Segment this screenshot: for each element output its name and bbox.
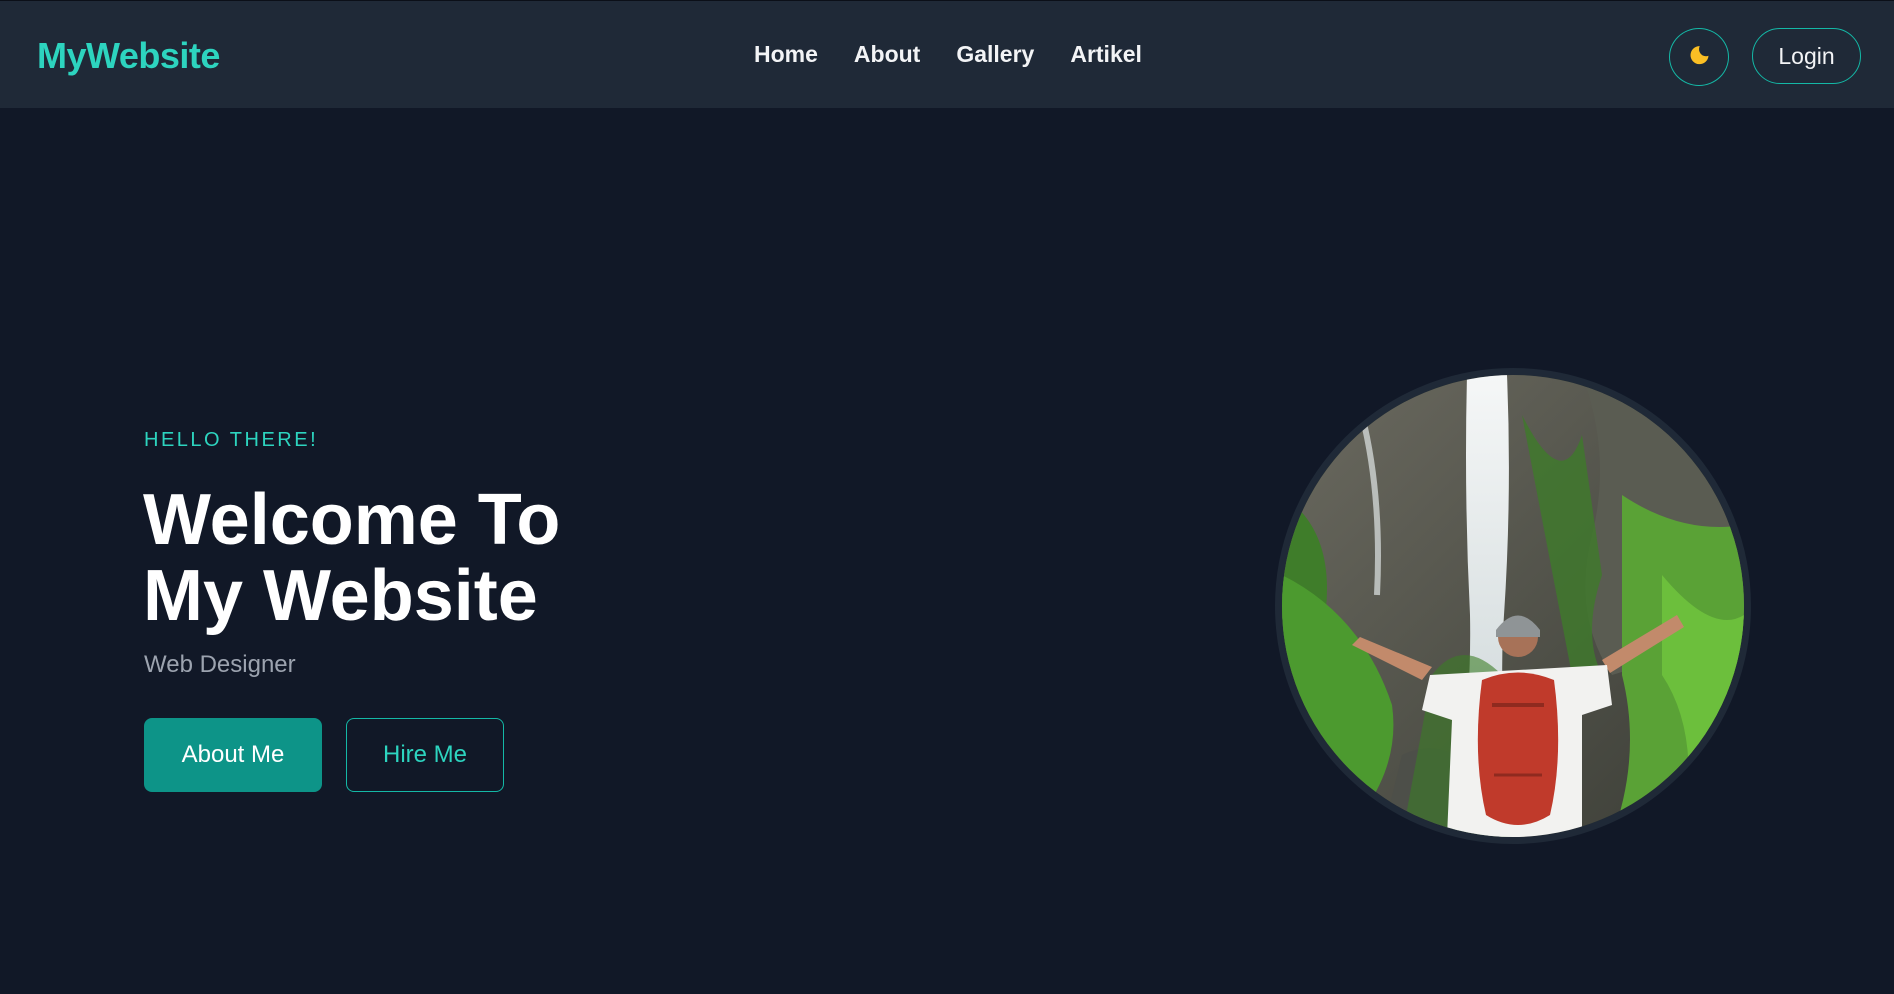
hero-profile-image xyxy=(1275,368,1751,844)
main-nav: Home About Gallery Artikel xyxy=(754,41,1142,68)
nav-link-home[interactable]: Home xyxy=(754,41,818,68)
nav-link-gallery[interactable]: Gallery xyxy=(956,41,1034,68)
hero-title-line1: Welcome To xyxy=(143,480,561,560)
hero-greeting: HELLO THERE! xyxy=(144,429,319,451)
login-button[interactable]: Login xyxy=(1752,28,1861,84)
moon-icon xyxy=(1687,44,1711,71)
hero-title-line2: My Website xyxy=(143,556,538,636)
about-me-button[interactable]: About Me xyxy=(144,718,322,792)
theme-toggle-button[interactable] xyxy=(1669,28,1729,86)
nav-link-artikel[interactable]: Artikel xyxy=(1070,41,1142,68)
site-logo[interactable]: MyWebsite xyxy=(37,35,220,77)
hero-title: Welcome To My Website xyxy=(143,482,703,634)
hero-subtitle: Web Designer xyxy=(144,651,296,678)
nav-link-about[interactable]: About xyxy=(854,41,920,68)
navbar: MyWebsite Home About Gallery Artikel Log… xyxy=(0,0,1894,108)
hire-me-button[interactable]: Hire Me xyxy=(346,718,504,792)
